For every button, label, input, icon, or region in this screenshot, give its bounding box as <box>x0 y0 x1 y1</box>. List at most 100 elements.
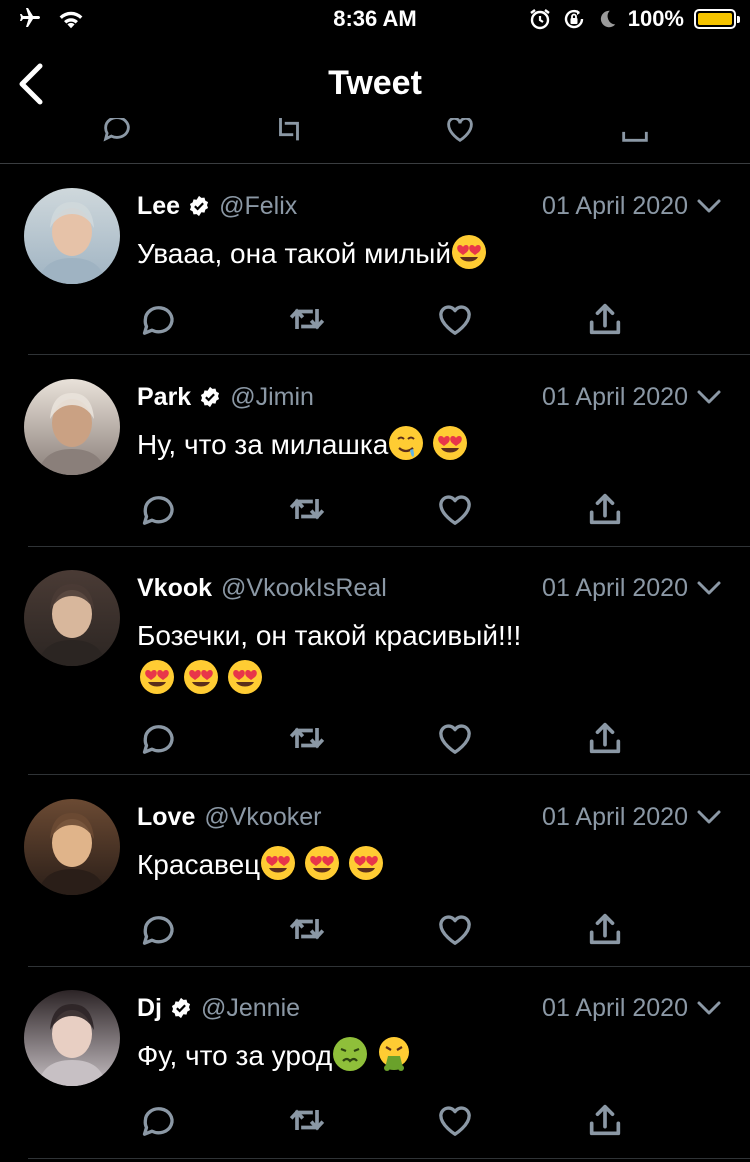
share-icon[interactable] <box>585 299 625 339</box>
heart-eyes-emoji <box>228 660 262 694</box>
reply-icon[interactable] <box>100 118 134 146</box>
author-handle[interactable]: @Jennie <box>201 994 300 1023</box>
avatar[interactable] <box>24 570 120 666</box>
avatar-image <box>24 570 120 666</box>
verified-badge-icon <box>201 386 220 408</box>
tweet-actions <box>137 299 637 339</box>
heart-eyes-emoji <box>349 846 384 880</box>
author-name[interactable]: Park <box>137 383 191 412</box>
author-name[interactable]: Vkook <box>137 574 212 603</box>
divider <box>0 163 750 164</box>
chevron-down-icon[interactable] <box>696 578 722 598</box>
author-handle[interactable]: @Felix <box>219 192 297 221</box>
tweet-text: Бозечки, он такой красивый!!! <box>137 614 720 700</box>
author-handle[interactable]: @VkookIsReal <box>221 574 387 603</box>
rotation-lock-icon <box>564 9 583 29</box>
chevron-down-icon[interactable] <box>696 387 722 407</box>
chevron-down-icon[interactable] <box>696 807 722 827</box>
author-name[interactable]: Love <box>137 803 195 832</box>
tweet-header: Lee @Felix 01 April 2020 <box>137 186 722 226</box>
like-icon[interactable] <box>435 489 475 529</box>
tweet-text-content: Бозечки, он такой красивый!!! <box>137 620 522 651</box>
heart-eyes-emoji <box>261 846 296 880</box>
drooling-emoji <box>389 426 424 460</box>
tweet-text: Красавец <box>137 843 720 886</box>
like-icon[interactable] <box>435 909 475 949</box>
reply-icon[interactable] <box>137 909 177 949</box>
avatar-image <box>24 799 120 895</box>
avatar[interactable] <box>24 990 120 1086</box>
chevron-down-icon[interactable] <box>696 998 722 1018</box>
avatar[interactable] <box>24 188 120 284</box>
battery-percent: 100% <box>627 6 684 31</box>
tweet-date: 01 April 2020 <box>542 191 688 220</box>
tweet-text-content: Ну, что за милашка <box>137 429 389 460</box>
previous-tweet-actions <box>0 118 750 164</box>
share-icon[interactable] <box>618 118 652 146</box>
nav-bar: Tweet <box>0 40 750 128</box>
share-icon[interactable] <box>585 1100 625 1140</box>
share-icon[interactable] <box>585 718 625 758</box>
chevron-down-icon[interactable] <box>696 196 722 216</box>
status-bar: 8:36 AM 100% <box>0 0 750 40</box>
reply-icon[interactable] <box>137 1100 177 1140</box>
tweet-actions <box>137 489 637 529</box>
retweet-icon[interactable] <box>287 489 327 529</box>
like-icon[interactable] <box>443 118 477 146</box>
tweet-date: 01 April 2020 <box>542 802 688 831</box>
tweet-actions <box>137 718 637 758</box>
reply-icon[interactable] <box>137 489 177 529</box>
tweet-text-content: Красавец <box>137 849 261 880</box>
tweet-text-content: Уваaa, она такой милый <box>137 238 452 269</box>
tweet-separator <box>28 354 750 355</box>
avatar-image <box>24 379 120 475</box>
tweet-item[interactable]: Dj @Jennie 01 April 2020 Фу, что за урод <box>0 988 750 1159</box>
avatar[interactable] <box>24 379 120 475</box>
retweet-icon[interactable] <box>272 118 306 146</box>
tweet-separator <box>28 1158 750 1159</box>
heart-eyes-emoji <box>184 660 218 694</box>
retweet-icon[interactable] <box>287 299 327 339</box>
tweet-date: 01 April 2020 <box>542 993 688 1022</box>
alarm-icon <box>529 9 550 30</box>
avatar-image <box>24 990 120 1086</box>
page-title: Tweet <box>328 64 422 102</box>
tweet-separator <box>28 966 750 967</box>
author-name[interactable]: Dj <box>137 994 162 1023</box>
tweet-header: Dj @Jennie 01 April 2020 <box>137 988 722 1028</box>
heart-eyes-emoji <box>305 846 340 880</box>
like-icon[interactable] <box>435 1100 475 1140</box>
tweet-item[interactable]: Park @Jimin 01 April 2020 Ну, что за милашк… <box>0 377 750 547</box>
share-icon[interactable] <box>585 909 625 949</box>
tweet-header: Vkook @VkookIsReal 01 April 2020 <box>137 568 722 608</box>
tweet-text: Фу, что за урод <box>137 1034 720 1077</box>
tweet-separator <box>28 774 750 775</box>
heart-eyes-emoji <box>140 660 174 694</box>
tweet-actions <box>137 1100 637 1140</box>
tweet-text-content: Фу, что за урод <box>137 1040 333 1071</box>
tweet-item[interactable]: Lee @Felix 01 April 2020 Уваaa, она такой м… <box>0 186 750 355</box>
verified-badge-icon <box>190 195 209 217</box>
like-icon[interactable] <box>435 299 475 339</box>
author-handle[interactable]: @Jimin <box>230 383 314 412</box>
retweet-icon[interactable] <box>287 909 327 949</box>
verified-badge-icon <box>171 997 191 1019</box>
tweet-item[interactable]: Vkook @VkookIsReal 01 April 2020 Бозечки, о… <box>0 568 750 775</box>
tweet-text: Ну, что за милашка <box>137 423 720 466</box>
retweet-icon[interactable] <box>287 1100 327 1140</box>
heart-eyes-emoji <box>433 426 468 460</box>
like-icon[interactable] <box>435 718 475 758</box>
author-name[interactable]: Lee <box>137 192 180 221</box>
author-handle[interactable]: @Vkooker <box>204 803 321 832</box>
battery-fill <box>698 13 732 25</box>
share-icon[interactable] <box>585 489 625 529</box>
tweet-header: Park @Jimin 01 April 2020 <box>137 377 722 417</box>
reply-icon[interactable] <box>137 718 177 758</box>
vomiting-emoji <box>379 1037 410 1071</box>
avatar[interactable] <box>24 799 120 895</box>
tweet-item[interactable]: Love @Vkooker 01 April 2020 Красавец <box>0 797 750 967</box>
tweet-text: Уваaa, она такой милый <box>137 232 720 275</box>
moon-icon <box>600 10 615 28</box>
retweet-icon[interactable] <box>287 718 327 758</box>
reply-icon[interactable] <box>137 299 177 339</box>
